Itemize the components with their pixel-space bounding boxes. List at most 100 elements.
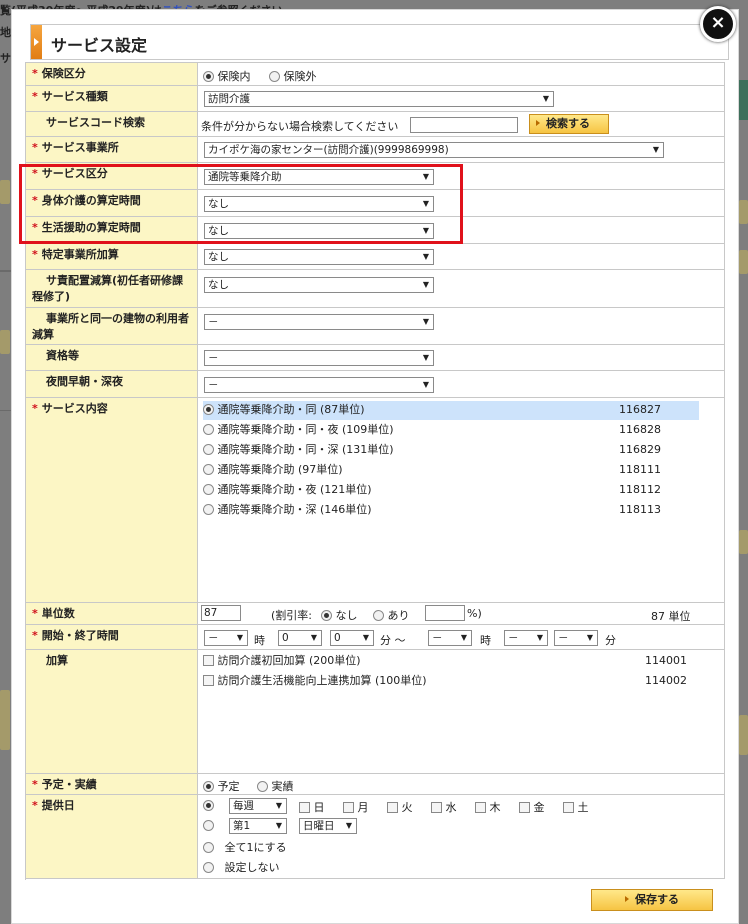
plan-option-actual[interactable]: 実績 <box>257 778 294 794</box>
qualification-select[interactable]: － ▼ <box>204 350 434 366</box>
close-icon: × <box>710 12 726 33</box>
background-label: 地 <box>0 26 11 39</box>
discount-input[interactable] <box>425 605 465 621</box>
units-input[interactable]: 87 <box>201 605 241 621</box>
addition-item[interactable]: 訪問介護初回加算 (200単位) 114001 <box>203 652 699 671</box>
checkbox-icon[interactable] <box>203 655 214 666</box>
chevron-down-icon: ▼ <box>362 633 369 642</box>
search-button[interactable]: 検索する <box>529 114 609 134</box>
no-setting-option[interactable]: 設定しない <box>203 859 280 875</box>
radio-icon[interactable] <box>203 424 214 435</box>
service-content-item[interactable]: 通院等乗降介助・深 (146単位) 118113 <box>203 501 699 520</box>
service-content-item[interactable]: 通院等乗降介助・同・深 (131単位) 116829 <box>203 441 699 460</box>
start-minute-tens-select[interactable]: 0 ▼ <box>278 630 322 646</box>
radio-icon[interactable] <box>203 842 214 853</box>
checkbox-icon[interactable] <box>431 802 442 813</box>
checkbox-icon[interactable] <box>387 802 398 813</box>
radio-icon[interactable] <box>203 464 214 475</box>
day-sat[interactable]: 土 <box>563 799 589 815</box>
discount-option-none[interactable]: なし <box>321 607 358 623</box>
day-fri[interactable]: 金 <box>519 799 545 815</box>
nth-week-radio[interactable] <box>203 820 214 831</box>
checkbox-icon[interactable] <box>343 802 354 813</box>
highlight-box <box>19 164 463 244</box>
weekday-select[interactable]: 日曜日 ▼ <box>299 818 357 834</box>
specific-office-label: 特定事業所加算 <box>41 248 119 261</box>
row-insurance: * 保険区分 保険内 保険外 <box>25 62 725 86</box>
code-search-input[interactable] <box>410 117 518 133</box>
day-sun[interactable]: 日 <box>299 799 325 815</box>
code-search-label: サービスコード検索 <box>46 116 145 129</box>
radio-icon[interactable] <box>203 484 214 495</box>
service-content-item[interactable]: 通院等乗降介助・夜 (121単位) 118112 <box>203 481 699 500</box>
insurance-label: 保険区分 <box>41 67 86 80</box>
save-button[interactable]: 保存する <box>591 889 713 911</box>
checkbox-icon[interactable] <box>475 802 486 813</box>
chevron-down-icon: ▼ <box>422 252 429 261</box>
service-type-select[interactable]: 訪問介護 ▼ <box>204 91 554 107</box>
row-night: 夜間早朝・深夜 － ▼ <box>25 371 725 398</box>
row-office: * サービス事業所 カイポケ海の家センター(訪問介護)(9999869998) ▼ <box>25 137 725 163</box>
qualification-label: 資格等 <box>46 349 79 362</box>
same-building-select[interactable]: － ▼ <box>204 314 434 330</box>
close-button[interactable]: × <box>700 6 736 42</box>
chevron-down-icon: ▼ <box>275 801 282 810</box>
dialog-header: サービス設定 <box>30 24 729 60</box>
addition-label: 加算 <box>46 654 68 667</box>
service-content-item[interactable]: 通院等乗降介助 (97単位) 118111 <box>203 461 699 480</box>
row-qualification: 資格等 － ▼ <box>25 345 725 371</box>
end-hour-select[interactable]: － ▼ <box>428 630 472 646</box>
plan-option-scheduled[interactable]: 予定 <box>203 778 240 794</box>
insurance-option-in[interactable]: 保険内 <box>203 68 251 84</box>
service-content-item[interactable]: 通院等乗降介助・同・夜 (109単位) 116828 <box>203 421 699 440</box>
chevron-down-icon: ▼ <box>422 280 429 289</box>
radio-icon[interactable] <box>257 781 268 792</box>
radio-selected-icon[interactable] <box>203 404 214 415</box>
minute-unit-range: 分 ～ <box>380 634 406 647</box>
day-thu[interactable]: 木 <box>475 799 501 815</box>
service-content-label: サービス内容 <box>41 402 108 415</box>
service-content-item[interactable]: 通院等乗降介助・同 (87単位) 116827 <box>203 401 699 420</box>
discount-label: (割引率: <box>271 609 312 622</box>
discount-option-yes[interactable]: あり <box>373 607 410 623</box>
radio-selected-icon[interactable] <box>203 781 214 792</box>
row-units: * 単位数 87 (割引率: なし あり %) 87 単位 <box>25 603 725 625</box>
radio-icon[interactable] <box>203 862 214 873</box>
night-select[interactable]: － ▼ <box>204 377 434 393</box>
row-service-type: * サービス種類 訪問介護 ▼ <box>25 86 725 112</box>
radio-icon[interactable] <box>203 504 214 515</box>
addition-item[interactable]: 訪問介護生活機能向上連携加算 (100単位) 114002 <box>203 672 699 691</box>
weekly-select[interactable]: 毎週 ▼ <box>229 798 287 814</box>
radio-icon[interactable] <box>269 71 280 82</box>
radio-icon[interactable] <box>203 444 214 455</box>
hour-unit: 時 <box>254 634 265 647</box>
checkbox-icon[interactable] <box>519 802 530 813</box>
weekly-radio[interactable] <box>203 800 214 811</box>
checkbox-icon[interactable] <box>563 802 574 813</box>
radio-icon[interactable] <box>373 610 384 621</box>
insurance-option-out[interactable]: 保険外 <box>269 68 317 84</box>
checkbox-icon[interactable] <box>203 675 214 686</box>
background-label: サ <box>0 52 11 65</box>
start-minute-ones-select[interactable]: 0 ▼ <box>330 630 374 646</box>
start-hour-select[interactable]: － ▼ <box>204 630 248 646</box>
chevron-down-icon: ▼ <box>310 633 317 642</box>
end-minute-ones-select[interactable]: － ▼ <box>554 630 598 646</box>
office-label: サービス事業所 <box>41 141 119 154</box>
day-wed[interactable]: 水 <box>431 799 457 815</box>
nth-week-select[interactable]: 第1 ▼ <box>229 818 287 834</box>
radio-selected-icon[interactable] <box>203 71 214 82</box>
chevron-down-icon: ▼ <box>422 353 429 362</box>
specific-office-select[interactable]: なし ▼ <box>204 249 434 265</box>
office-select[interactable]: カイポケ海の家センター(訪問介護)(9999869998) ▼ <box>204 142 664 158</box>
end-minute-tens-select[interactable]: － ▼ <box>504 630 548 646</box>
radio-selected-icon[interactable] <box>321 610 332 621</box>
day-mon[interactable]: 月 <box>343 799 369 815</box>
staff-reduction-select[interactable]: なし ▼ <box>204 277 434 293</box>
row-addition: 加算 訪問介護初回加算 (200単位) 114001 訪問介護生活機能向上連携加算… <box>25 650 725 774</box>
day-tue[interactable]: 火 <box>387 799 413 815</box>
row-service-content: * サービス内容 通院等乗降介助・同 (87単位) 116827 通院等乗降介助・同… <box>25 398 725 603</box>
checkbox-icon[interactable] <box>299 802 310 813</box>
dialog-title: サービス設定 <box>51 36 148 55</box>
all-first-option[interactable]: 全て1にする <box>203 839 287 855</box>
